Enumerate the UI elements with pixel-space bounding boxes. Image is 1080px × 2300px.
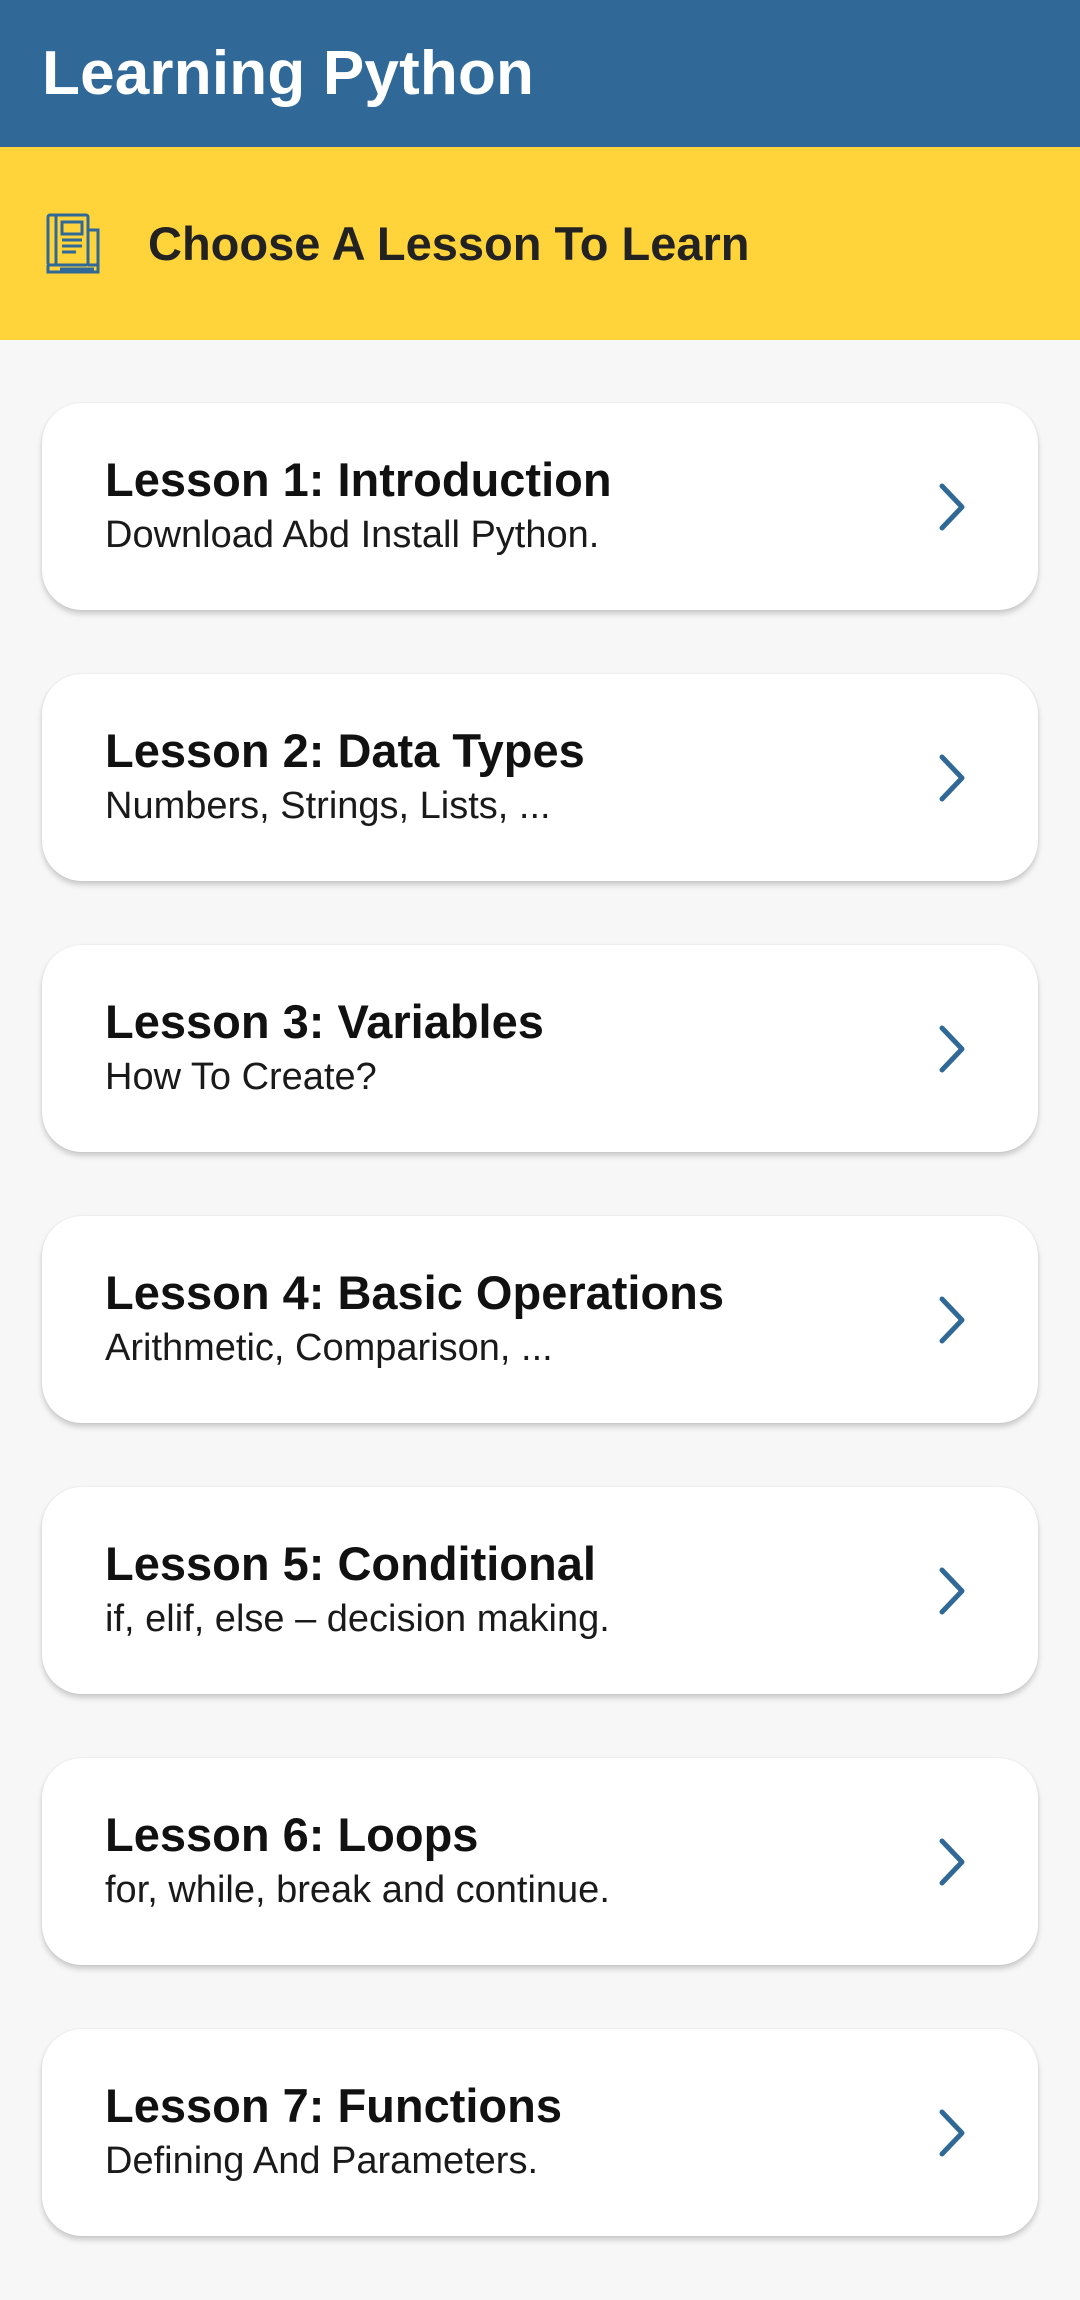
banner-text: Choose A Lesson To Learn [148,217,750,270]
chevron-right-icon [939,483,965,530]
lesson-subtitle: How To Create? [105,1056,377,1099]
lesson-card-5[interactable]: Lesson 5: Conditional if, elif, else – d… [42,1487,1038,1694]
app-title: Learning Python [42,39,535,108]
lesson-subtitle: Numbers, Strings, Lists, ... [105,785,551,828]
book-icon [44,212,102,276]
lesson-list: Lesson 1: Introduction Download Abd Inst… [42,403,1038,2300]
lesson-subtitle: Download Abd Install Python. [105,514,600,557]
lesson-card-4[interactable]: Lesson 4: Basic Operations Arithmetic, C… [42,1216,1038,1423]
lesson-title: Lesson 2: Data Types [105,724,585,777]
lesson-subtitle: Arithmetic, Comparison, ... [105,1327,553,1370]
chevron-right-icon [939,1838,965,1885]
app-bar: Learning Python [0,0,1080,147]
chevron-right-icon [939,1567,965,1614]
lesson-subtitle: Defining And Parameters. [105,2140,539,2183]
lesson-title: Lesson 6: Loops [105,1808,479,1861]
lesson-card-7[interactable]: Lesson 7: Functions Defining And Paramet… [42,2029,1038,2236]
chevron-right-icon [939,1296,965,1343]
lesson-card-3[interactable]: Lesson 3: Variables How To Create? [42,945,1038,1152]
lesson-card-1[interactable]: Lesson 1: Introduction Download Abd Inst… [42,403,1038,610]
lesson-title: Lesson 7: Functions [105,2079,562,2132]
lesson-subtitle: for, while, break and continue. [105,1869,610,1912]
lesson-banner: Choose A Lesson To Learn [0,147,1080,340]
lesson-card-2[interactable]: Lesson 2: Data Types Numbers, Strings, L… [42,674,1038,881]
lesson-subtitle: if, elif, else – decision making. [105,1598,610,1641]
lesson-title: Lesson 3: Variables [105,995,544,1048]
lesson-card-6[interactable]: Lesson 6: Loops for, while, break and co… [42,1758,1038,1965]
lesson-title: Lesson 5: Conditional [105,1537,596,1590]
chevron-right-icon [939,2109,965,2156]
chevron-right-icon [939,1025,965,1072]
chevron-right-icon [939,754,965,801]
lesson-title: Lesson 4: Basic Operations [105,1266,725,1319]
lesson-title: Lesson 1: Introduction [105,453,612,506]
